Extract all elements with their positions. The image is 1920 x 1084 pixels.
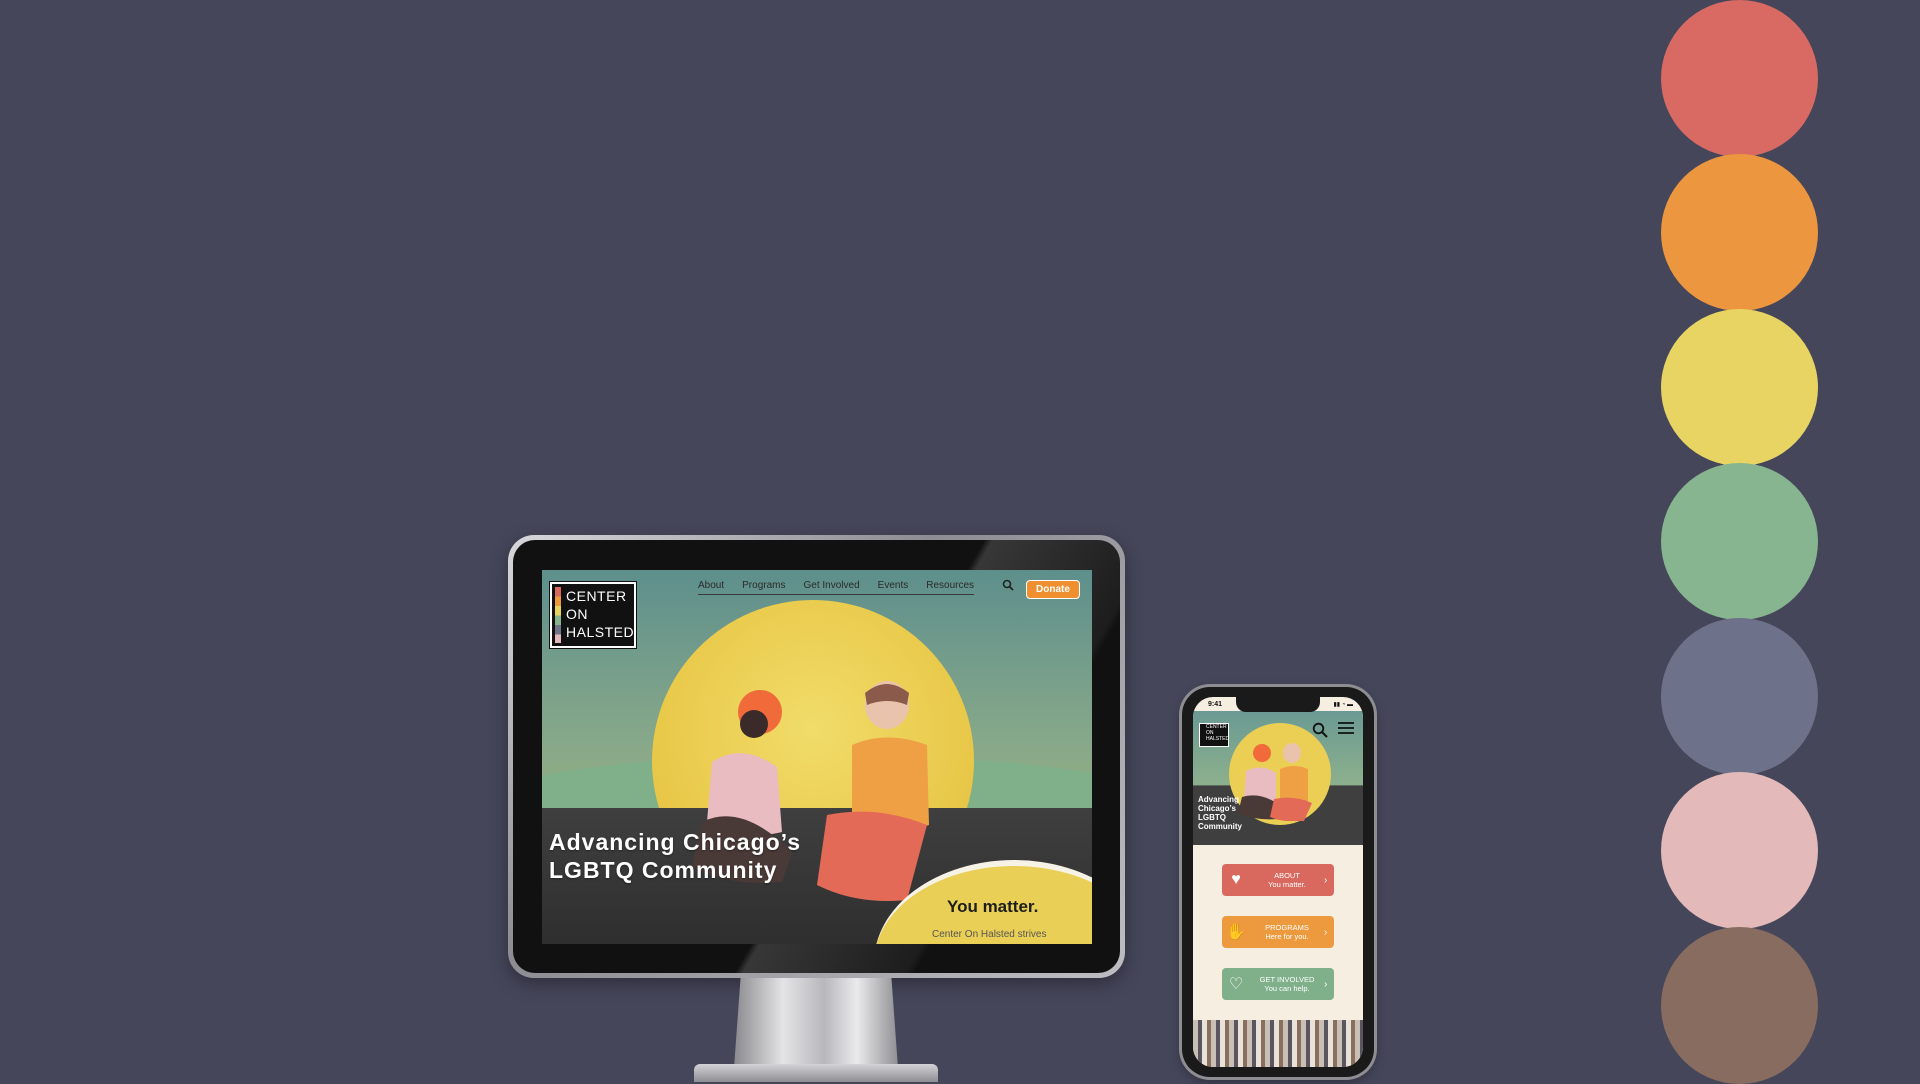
status-icons: ▮▮ ◔ ▬ xyxy=(1333,702,1353,708)
phone-hero: CENTER ON HALSTED Advancing Chicago’s LG… xyxy=(1193,711,1363,845)
programs-tile[interactable]: ✋ PROGRAMS Here for you. › xyxy=(1222,916,1334,948)
hands-icon: ✋ xyxy=(1226,924,1246,941)
phone-logo-line: HALSTED xyxy=(1206,736,1230,742)
search-icon[interactable] xyxy=(1002,579,1014,591)
nav-get-involved[interactable]: Get Involved xyxy=(804,580,860,591)
logo-text: CENTER ON HALSTED xyxy=(566,587,634,641)
you-matter-title: You matter. xyxy=(947,897,1039,916)
hero-title: Advancing Chicago’s LGBTQ Community xyxy=(549,829,802,883)
menu-icon[interactable] xyxy=(1337,720,1355,736)
palette-swatch xyxy=(1661,154,1818,311)
tile-sub: You matter. xyxy=(1268,880,1306,889)
phone-logo[interactable]: CENTER ON HALSTED xyxy=(1199,723,1229,747)
tile-title: PROGRAMS xyxy=(1265,923,1309,932)
phone-screen: CENTER ON HALSTED Advancing Chicago’s LG… xyxy=(1193,697,1363,1067)
palette-swatch xyxy=(1661,463,1818,620)
tile-sub: You can help. xyxy=(1264,984,1310,993)
status-time: 9:41 xyxy=(1208,701,1223,708)
nav-programs[interactable]: Programs xyxy=(742,580,785,591)
logo-line: HALSTED xyxy=(566,624,635,640)
center-on-halsted-logo[interactable]: CENTER ON HALSTED xyxy=(550,582,636,648)
logo-line: CENTER xyxy=(566,588,627,604)
get-involved-tile[interactable]: ♡ GET INVOLVED You can help. › xyxy=(1222,968,1334,1000)
nav-resources[interactable]: Resources xyxy=(926,580,974,591)
search-icon[interactable] xyxy=(1312,722,1328,738)
nav-about[interactable]: About xyxy=(698,580,724,591)
desktop-nav: About Programs Get Involved Events Resou… xyxy=(698,580,975,595)
monitor-stand-neck xyxy=(734,978,898,1068)
nav-events[interactable]: Events xyxy=(878,580,909,591)
chevron-right-icon: › xyxy=(1324,874,1328,886)
donate-button[interactable]: Donate xyxy=(1026,580,1080,599)
chevron-right-icon: › xyxy=(1324,978,1328,990)
you-matter-text: Center On Halsted strives xyxy=(932,929,1047,940)
phone-hero-title: Advancing Chicago’s LGBTQ Community xyxy=(1198,795,1242,831)
phone-device: CENTER ON HALSTED Advancing Chicago’s LG… xyxy=(1182,687,1374,1077)
tile-sub: Here for you. xyxy=(1265,932,1309,941)
palette-swatch xyxy=(1661,772,1818,929)
handshake-icon: ♡ xyxy=(1228,976,1244,993)
palette-swatch xyxy=(1661,0,1818,157)
palette-swatch xyxy=(1661,309,1818,466)
phone-notch xyxy=(1236,697,1320,712)
tile-title: ABOUT xyxy=(1274,871,1300,880)
chevron-right-icon: › xyxy=(1324,926,1328,938)
logo-line: ON xyxy=(566,606,588,622)
about-tile[interactable]: ♥ ABOUT You matter. › xyxy=(1222,864,1334,896)
logo-rainbow-stripes xyxy=(555,587,561,643)
desktop-screen: CENTER ON HALSTED About Programs Get Inv… xyxy=(542,570,1092,944)
community-photo xyxy=(1193,1020,1363,1067)
desktop-monitor: CENTER ON HALSTED About Programs Get Inv… xyxy=(508,535,1125,978)
tile-text: ABOUT You matter. xyxy=(1250,871,1324,889)
tile-text: PROGRAMS Here for you. xyxy=(1250,923,1324,941)
heart-icon: ♥ xyxy=(1231,871,1241,888)
tile-title: GET INVOLVED xyxy=(1259,975,1315,984)
monitor-stand-base xyxy=(694,1064,938,1082)
tile-text: GET INVOLVED You can help. xyxy=(1250,975,1324,993)
palette-swatch xyxy=(1661,927,1818,1084)
palette-swatch xyxy=(1661,618,1818,775)
